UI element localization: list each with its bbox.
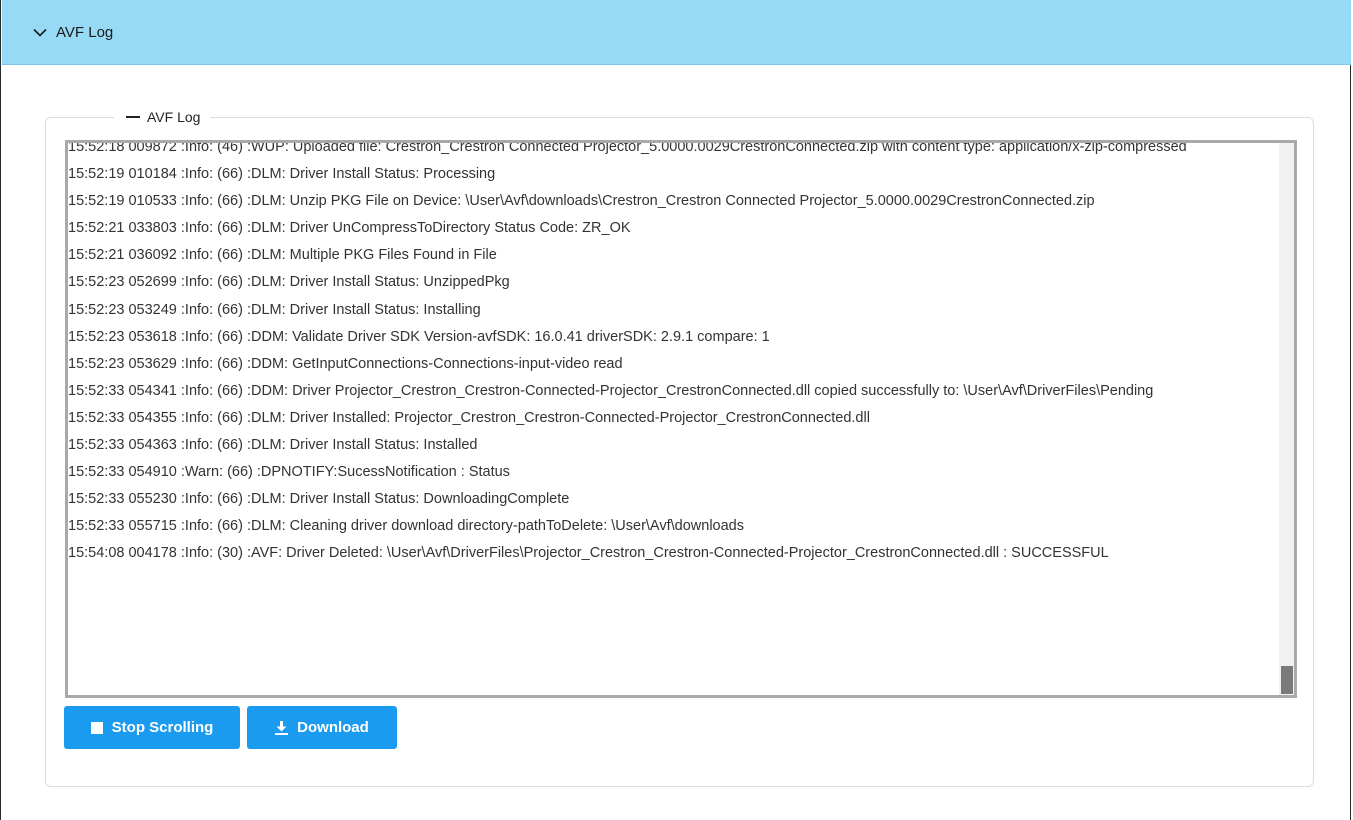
avf-log-panel: AVF Log AVF Log 15:52:18 009872 :Info: (… — [0, 0, 1351, 820]
log-line: 15:52:33 054355 :Info: (66) :DLM: Driver… — [68, 409, 870, 426]
group-legend-label: AVF Log — [147, 109, 201, 125]
log-line: 15:54:08 004178 :Info: (30) :AVF: Driver… — [68, 545, 1109, 562]
stop-scrolling-button[interactable]: Stop Scrolling — [64, 706, 240, 749]
download-label: Download — [297, 719, 369, 736]
log-line: 15:52:23 053249 :Info: (66) :DLM: Driver… — [68, 301, 481, 318]
log-line: 15:52:33 054363 :Info: (66) :DLM: Driver… — [68, 437, 478, 454]
collapse-dash-icon — [126, 116, 140, 118]
stop-icon — [90, 721, 103, 734]
log-line: 15:52:19 010184 :Info: (66) :DLM: Driver… — [68, 166, 496, 183]
log-viewer[interactable]: 15:52:18 009872 :Info: (46) :WUP: Upload… — [65, 140, 1297, 698]
log-line: 15:52:23 053629 :Info: (66) :DDM: GetInp… — [68, 355, 623, 372]
scrollbar-thumb[interactable] — [1281, 666, 1293, 694]
log-line: 15:52:18 009872 :Info: (46) :WUP: Upload… — [68, 140, 1187, 155]
log-line: 15:52:33 054910 :Warn: (66) :DPNOTIFY:Su… — [68, 464, 510, 481]
log-line: 15:52:33 055230 :Info: (66) :DLM: Driver… — [68, 491, 570, 508]
log-text: 15:52:18 009872 :Info: (46) :WUP: Upload… — [68, 140, 1277, 568]
log-scrollbar[interactable] — [1279, 143, 1294, 695]
log-line: 15:52:33 055715 :Info: (66) :DLM: Cleani… — [68, 518, 744, 535]
group-legend: AVF Log — [114, 106, 211, 128]
chevron-down-icon[interactable] — [32, 24, 48, 40]
download-icon — [275, 720, 289, 735]
log-line: 15:52:21 036092 :Info: (66) :DLM: Multip… — [68, 247, 497, 264]
log-line: 15:52:23 052699 :Info: (66) :DLM: Driver… — [68, 274, 510, 291]
download-button[interactable]: Download — [247, 706, 397, 749]
section-header[interactable]: AVF Log — [2, 0, 1351, 65]
log-line: 15:52:23 053618 :Info: (66) :DDM: Valida… — [68, 328, 770, 345]
log-line: 15:52:21 033803 :Info: (66) :DLM: Driver… — [68, 220, 631, 237]
section-title: AVF Log — [56, 23, 114, 41]
log-line: 15:52:19 010533 :Info: (66) :DLM: Unzip … — [68, 193, 1095, 210]
stop-scrolling-label: Stop Scrolling — [111, 719, 214, 736]
log-line: 15:52:33 054341 :Info: (66) :DDM: Driver… — [68, 382, 1154, 399]
